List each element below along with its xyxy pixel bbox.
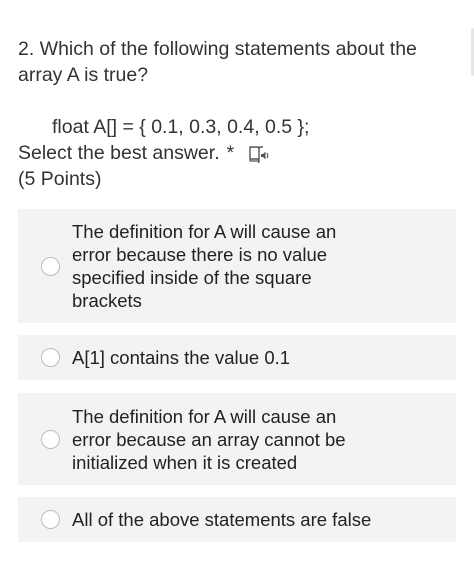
option-label[interactable]: The definition for A will cause an error…: [72, 405, 362, 474]
instruction-row: Select the best answer. *: [18, 140, 448, 166]
radio-button[interactable]: [41, 256, 60, 276]
question-block: 2. Which of the following statements abo…: [18, 36, 448, 192]
option-label[interactable]: A[1] contains the value 0.1: [72, 346, 412, 369]
option-label[interactable]: The definition for A will cause an error…: [72, 220, 362, 312]
points-label: (5 Points): [18, 168, 102, 190]
option-label[interactable]: All of the above statements are false: [72, 508, 412, 531]
question-title: 2. Which of the following statements abo…: [18, 38, 417, 86]
instruction-text: Select the best answer.: [18, 142, 220, 164]
radio-button[interactable]: [41, 429, 60, 449]
radio-button[interactable]: [41, 348, 60, 367]
answer-option-1[interactable]: The definition for A will cause an error…: [18, 209, 456, 323]
answer-option-4[interactable]: All of the above statements are false: [18, 497, 456, 542]
answer-option-3[interactable]: The definition for A will cause an error…: [18, 393, 456, 485]
answer-option-2[interactable]: A[1] contains the value 0.1: [18, 335, 456, 380]
radio-button[interactable]: [41, 510, 60, 529]
required-marker: *: [226, 142, 235, 164]
code-snippet: float A[] = { 0.1, 0.3, 0.4, 0.5 };: [52, 116, 310, 138]
immersive-reader-icon[interactable]: [248, 144, 270, 164]
